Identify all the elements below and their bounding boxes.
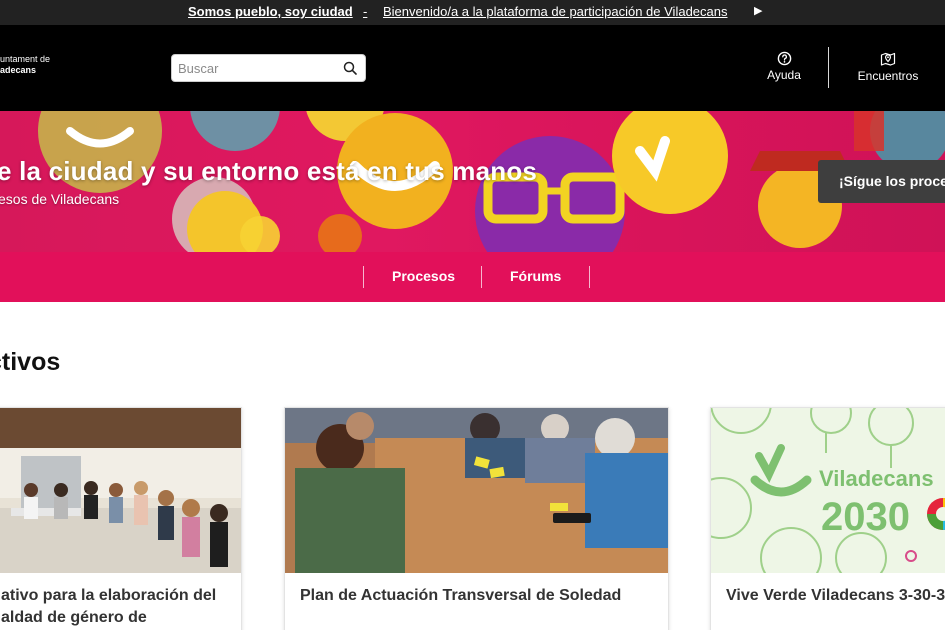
question-circle-icon bbox=[777, 51, 791, 66]
announcement-title-link[interactable]: Somos pueblo, soy ciudad bbox=[188, 4, 353, 19]
logo-line-2: adecans bbox=[0, 65, 37, 75]
main-nav: Procesos Fórums bbox=[0, 252, 945, 302]
process-card-image: Viladecans 2030 bbox=[711, 408, 945, 573]
meetings-button[interactable]: Encuentros bbox=[855, 51, 921, 83]
card3-brand-year: 2030 bbox=[821, 495, 910, 539]
nav-item-forums[interactable]: Fórums bbox=[510, 268, 561, 284]
process-card-title[interactable]: Vive Verde Viladecans 3-30-30 bbox=[726, 585, 945, 607]
site-header: untament de adecans Ayuda Encuentros bbox=[0, 25, 945, 111]
nav-separator bbox=[363, 266, 364, 288]
process-card-title[interactable]: Plan de Actuación Transversal de Soledad bbox=[300, 585, 660, 607]
announcement-bar: Somos pueblo, soy ciudad - Bienvenido/a … bbox=[0, 0, 945, 25]
process-card[interactable]: Viladecans 2030 Vive Verde Viladecans 3-… bbox=[710, 407, 945, 630]
search-box bbox=[171, 54, 366, 82]
announcement-message-link[interactable]: Bienvenido/a a la plataforma de particip… bbox=[383, 4, 728, 19]
search-input[interactable] bbox=[178, 58, 338, 78]
process-card-image bbox=[0, 408, 241, 573]
process-card-title[interactable]: ativo para la elaboración del aldad de g… bbox=[1, 585, 241, 629]
header-divider bbox=[828, 47, 829, 88]
help-label: Ayuda bbox=[767, 68, 801, 82]
map-pin-icon bbox=[880, 52, 896, 66]
hero-subtitle: esos de Viladecans bbox=[0, 191, 120, 207]
meetings-label: Encuentros bbox=[857, 69, 919, 83]
process-card-image bbox=[285, 408, 668, 573]
nav-item-procesos[interactable]: Procesos bbox=[392, 268, 455, 284]
hero-title: e la ciudad y su entorno está en tus man… bbox=[0, 156, 538, 186]
hero-banner: e la ciudad y su entorno está en tus man… bbox=[0, 111, 945, 252]
play-arrow-icon[interactable]: ▶ bbox=[754, 4, 762, 17]
logo-line-1: untament de bbox=[0, 54, 51, 64]
process-card[interactable]: Plan de Actuación Transversal de Soledad bbox=[284, 407, 669, 630]
nav-separator bbox=[481, 266, 482, 288]
city-logo[interactable]: untament de adecans bbox=[0, 54, 50, 76]
process-card[interactable]: ativo para la elaboración del aldad de g… bbox=[0, 407, 242, 630]
follow-processes-button[interactable]: ¡Sígue los proce bbox=[818, 160, 945, 203]
search-icon[interactable] bbox=[343, 61, 357, 75]
section-title: ctivos bbox=[0, 348, 61, 376]
help-button[interactable]: Ayuda bbox=[763, 51, 805, 82]
announcement-separator: - bbox=[363, 4, 368, 19]
card3-brand-word: Viladecans bbox=[819, 466, 934, 491]
nav-separator bbox=[589, 266, 590, 288]
